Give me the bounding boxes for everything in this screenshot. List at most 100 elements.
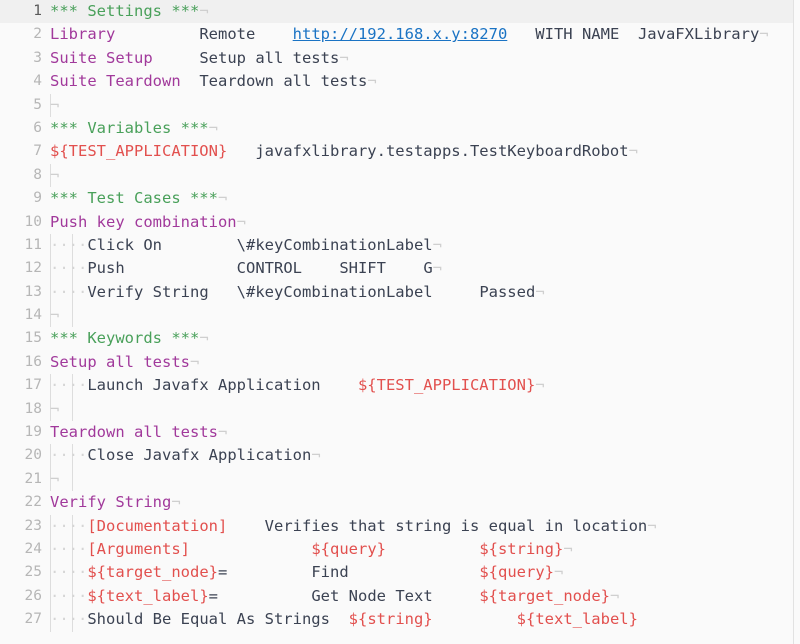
editor-line[interactable]: 2 Library Remote http://192.168.x.y:8270 … bbox=[0, 23, 800, 46]
line-content[interactable]: ¬ bbox=[50, 398, 59, 421]
line-content[interactable]: *** Keywords ***¬ bbox=[50, 327, 209, 350]
line-content[interactable]: ¬ bbox=[50, 304, 59, 327]
editor-line[interactable]: 16 Setup all tests¬ bbox=[0, 351, 800, 374]
editor-line[interactable]: 6 *** Variables ***¬ bbox=[0, 117, 800, 140]
text-token: Remote bbox=[199, 25, 256, 44]
line-content[interactable]: ····${text_label}= Get Node Text ${targe… bbox=[50, 585, 619, 608]
editor-line[interactable]: 23 ····[Documentation] Verifies that stri… bbox=[0, 514, 800, 538]
url-link[interactable]: http://192.168.x.y:8270 bbox=[293, 25, 508, 43]
line-content[interactable]: *** Settings ***¬ bbox=[50, 0, 209, 23]
line-content[interactable]: Suite Teardown Teardown all tests¬ bbox=[50, 70, 377, 93]
eol-marker: ¬ bbox=[171, 493, 181, 512]
line-number: 9 bbox=[33, 190, 42, 207]
text-token: Setup all tests bbox=[199, 48, 340, 67]
eol-marker: ¬ bbox=[50, 399, 60, 418]
editor-line[interactable]: 13 ····Verify String \#keyCombinationLabe… bbox=[0, 280, 800, 305]
editor-line[interactable]: 21 ¬ bbox=[0, 467, 800, 492]
indent-dot: ·· bbox=[68, 516, 88, 535]
line-content[interactable]: Push key combination¬ bbox=[50, 211, 246, 234]
setting-token: Suite Setup bbox=[50, 48, 153, 67]
line-number: 25 bbox=[24, 564, 42, 581]
text-token: SHIFT bbox=[339, 259, 386, 278]
indent-dot: ·· bbox=[50, 586, 69, 605]
line-content[interactable]: ¬ bbox=[50, 94, 59, 117]
editor-line[interactable]: 1 *** Settings ***¬ bbox=[0, 0, 800, 24]
editor-line[interactable]: 20 ····Close Javafx Application¬ bbox=[0, 444, 800, 468]
keyword-name-token: Verify String bbox=[50, 493, 172, 512]
eol-marker: ¬ bbox=[199, 2, 209, 20]
line-number: 18 bbox=[24, 400, 42, 417]
line-number: 27 bbox=[24, 611, 42, 628]
line-content[interactable]: *** Variables ***¬ bbox=[50, 117, 218, 140]
line-number: 24 bbox=[24, 540, 42, 557]
editor-line[interactable]: 9 *** Test Cases ***¬ bbox=[0, 187, 800, 210]
line-content[interactable]: ····Verify String \#keyCombinationLabel … bbox=[50, 281, 545, 304]
line-content[interactable]: ¬ bbox=[50, 164, 59, 187]
line-content[interactable]: Suite Setup Setup all tests¬ bbox=[50, 47, 349, 70]
indent-dot: ·· bbox=[68, 563, 88, 582]
variable-token: ${TEST_APPLICATION} bbox=[50, 142, 228, 161]
eol-marker: ¬ bbox=[50, 165, 60, 184]
code-editor[interactable]: 1 *** Settings ***¬ 2 Library Remote http:/… bbox=[0, 0, 800, 644]
line-content[interactable]: ····[Documentation] Verifies that string… bbox=[50, 515, 657, 538]
editor-line[interactable]: 4 Suite Teardown Teardown all tests¬ bbox=[0, 70, 800, 93]
eol-marker: ¬ bbox=[199, 329, 209, 348]
indent-dot: ·· bbox=[50, 539, 69, 558]
text-token: Verify String bbox=[87, 282, 209, 301]
line-content[interactable]: Setup all tests¬ bbox=[50, 351, 199, 374]
editor-line[interactable]: 17 ····Launch Javafx Application ${TEST_A… bbox=[0, 374, 800, 398]
indent-dot: ·· bbox=[50, 563, 69, 582]
editor-line[interactable]: 18 ¬ bbox=[0, 397, 800, 422]
editor-line[interactable]: 22 Verify String¬ bbox=[0, 491, 800, 514]
editor-line[interactable]: 8 ¬ bbox=[0, 163, 800, 188]
editor-line[interactable]: 19 Teardown all tests¬ bbox=[0, 421, 800, 444]
editor-line[interactable]: 26 ····${text_label}= Get Node Text ${tar… bbox=[0, 584, 800, 609]
editor-line[interactable]: 27 ····Should Be Equal As Strings ${strin… bbox=[0, 608, 800, 632]
line-number: 2 bbox=[33, 26, 42, 43]
line-content[interactable]: ${TEST_APPLICATION} javafxlibrary.testap… bbox=[50, 140, 638, 163]
line-content[interactable]: ····Close Javafx Application¬ bbox=[50, 444, 321, 467]
editor-line[interactable]: 5 ¬ bbox=[0, 93, 800, 117]
line-content[interactable]: Verify String¬ bbox=[50, 491, 181, 514]
text-token: Launch Javafx Application bbox=[87, 376, 321, 395]
editor-line[interactable]: 12 ····Push CONTROL SHIFT G¬ bbox=[0, 257, 800, 281]
line-content[interactable]: ····Click On \#keyCombinationLabel¬ bbox=[50, 234, 442, 257]
editor-line[interactable]: 25 ····${target_node}= Find ${query}¬ bbox=[0, 561, 800, 585]
line-content[interactable]: Teardown all tests¬ bbox=[50, 421, 227, 444]
line-number: 16 bbox=[24, 353, 42, 370]
indent-dot: ·· bbox=[50, 446, 69, 465]
line-content[interactable]: *** Test Cases ***¬ bbox=[50, 187, 227, 210]
editor-line[interactable]: 24 ····[Arguments] ${query} ${string}¬ bbox=[0, 537, 800, 562]
line-content[interactable]: ····[Arguments] ${query} ${string}¬ bbox=[50, 538, 573, 561]
eol-marker: ¬ bbox=[628, 142, 638, 161]
text-token: JavaFXLibrary bbox=[637, 25, 760, 44]
editor-line[interactable]: 10 Push key combination¬ bbox=[0, 211, 800, 234]
editor-line[interactable]: 7 ${TEST_APPLICATION} javafxlibrary.testa… bbox=[0, 140, 800, 163]
line-content[interactable]: ····Launch Javafx Application ${TEST_APP… bbox=[50, 374, 545, 397]
editor-line[interactable]: 11 ····Click On \#keyCombinationLabel¬ bbox=[0, 233, 800, 258]
line-content[interactable]: ····${target_node}= Find ${query}¬ bbox=[50, 561, 563, 584]
text-token: Click On bbox=[87, 235, 162, 254]
line-content[interactable]: ····Push CONTROL SHIFT G¬ bbox=[50, 257, 442, 280]
indent-dot: ·· bbox=[68, 446, 88, 465]
line-content[interactable]: Library Remote http://192.168.x.y:8270 W… bbox=[50, 23, 769, 46]
editor-line[interactable]: 15 *** Keywords ***¬ bbox=[0, 327, 800, 350]
text-token: = bbox=[208, 586, 219, 605]
variable-token: ${text_label} bbox=[516, 610, 638, 629]
line-content[interactable]: ¬ bbox=[50, 468, 59, 491]
editor-lines[interactable]: 1 *** Settings ***¬ 2 Library Remote http:/… bbox=[0, 0, 800, 632]
line-content[interactable]: ····Should Be Equal As Strings ${string}… bbox=[50, 608, 638, 631]
editor-line[interactable]: 14 ¬ bbox=[0, 304, 800, 328]
vertical-scrollbar[interactable] bbox=[793, 0, 800, 644]
eol-marker: ¬ bbox=[50, 95, 60, 114]
editor-line[interactable]: 3 Suite Setup Setup all tests¬ bbox=[0, 47, 800, 70]
setting-token: Suite Teardown bbox=[50, 72, 181, 91]
text-token: Verifies that string is equal in locatio… bbox=[264, 516, 648, 535]
